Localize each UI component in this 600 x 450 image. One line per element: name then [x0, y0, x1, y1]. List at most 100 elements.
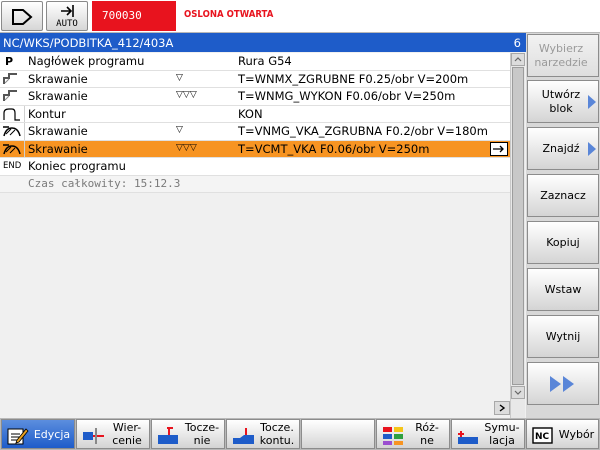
- select-label: Wybór: [558, 427, 595, 441]
- misc-button[interactable]: Róż- ne: [376, 419, 450, 449]
- program-row[interactable]: Skrawanie ▽ T=WNMX_ZGRUBNE F0.25/obr V=2…: [0, 70, 510, 88]
- turning-icon: [2, 72, 22, 87]
- mode-label: AUTO: [56, 19, 78, 29]
- program-row[interactable]: Kontur KON: [0, 105, 510, 123]
- chevron-right-icon: [588, 94, 596, 109]
- row-name: Skrawanie: [28, 71, 88, 86]
- machine-area-icon: [12, 9, 33, 25]
- drill-icon: [83, 428, 104, 444]
- program-row-selected[interactable]: Skrawanie ▽▽▽ T=VCMT_VKA F0.06/obr V=250…: [0, 140, 510, 158]
- alarm-number-box[interactable]: 700030: [92, 1, 176, 31]
- double-chevron-right-icon: [550, 375, 574, 392]
- select-button[interactable]: NC Wybór: [526, 419, 599, 449]
- end-icon: END: [3, 161, 22, 171]
- row-param: Rura G54: [238, 54, 292, 68]
- contour-turning-button[interactable]: Tocze. kontu.: [226, 419, 300, 449]
- row-name: Kontur: [28, 106, 66, 121]
- program-rows: P Nagłówek programu Rura G54 Skrawanie ▽…: [0, 53, 510, 193]
- scroll-down-button[interactable]: [511, 386, 525, 399]
- paste-label: Wstaw: [544, 282, 582, 296]
- total-time-row: Czas całkowity: 15:12.3: [0, 175, 510, 193]
- program-row[interactable]: Skrawanie ▽ T=VNMG_VKA_ZGRUBNA F0.2/obr …: [0, 123, 510, 141]
- contour-icon: [2, 107, 22, 122]
- empty-softkey[interactable]: [301, 419, 375, 449]
- row-mark: ▽▽▽: [176, 142, 197, 153]
- turning-icon: [2, 89, 22, 104]
- row-param: T=WNMG_WYKON F0.06/obr V=250m: [238, 89, 456, 103]
- mark-label: Zaznacz: [540, 188, 586, 202]
- scroll-thumb[interactable]: [512, 67, 524, 385]
- row-mark: ▽▽▽: [176, 90, 197, 100]
- create-block-label: Utwórz blok: [541, 87, 581, 115]
- misc-label: Róż- ne: [415, 421, 439, 447]
- goto-button[interactable]: [490, 141, 508, 156]
- row-name: Skrawanie: [28, 89, 88, 103]
- turning-button[interactable]: Tocze- nie: [151, 419, 225, 449]
- vertical-scrollbar[interactable]: [510, 53, 525, 419]
- auto-mode-button[interactable]: AUTO: [46, 1, 88, 31]
- horizontal-scrollbar[interactable]: [0, 401, 510, 415]
- program-path: NC/WKS/PODBITKA_412/403A: [3, 36, 174, 50]
- next-page-button[interactable]: [527, 362, 599, 405]
- program-row[interactable]: P Nagłówek programu Rura G54: [0, 53, 510, 71]
- row-separator: [24, 140, 25, 157]
- drilling-button[interactable]: Wier- cenie: [76, 419, 150, 449]
- alarm-text: OSLONA OTWARTA: [184, 9, 274, 20]
- drilling-label: Wier- cenie: [112, 421, 142, 447]
- mark-button[interactable]: Zaznacz: [527, 174, 599, 217]
- arrow-up-icon: [514, 57, 522, 62]
- program-row[interactable]: Skrawanie ▽▽▽ T=WNMG_WYKON F0.06/obr V=2…: [0, 88, 510, 106]
- nc-select-icon: NC: [532, 427, 553, 444]
- row-param: KON: [238, 106, 263, 121]
- row-param: T=VCMT_VKA F0.06/obr V=250m: [238, 141, 430, 156]
- total-time: Czas całkowity: 15:12.3: [28, 176, 181, 190]
- scroll-up-button[interactable]: [511, 53, 525, 66]
- program-header-icon: P: [5, 55, 14, 68]
- alarm-number: 700030: [102, 9, 142, 22]
- program-row[interactable]: END Koniec programu: [0, 158, 510, 176]
- svg-text:NC: NC: [535, 432, 550, 442]
- auto-arrow-icon: [61, 5, 74, 17]
- row-name: Koniec programu: [28, 159, 126, 173]
- program-count: 6: [513, 36, 521, 50]
- paste-button[interactable]: Wstaw: [527, 268, 599, 311]
- arrow-down-icon: [514, 390, 522, 395]
- edit-button[interactable]: Edycja: [1, 419, 75, 449]
- simulation-icon: [458, 431, 478, 444]
- contour-turning-label: Tocze. kontu.: [259, 421, 295, 447]
- turning-label: Tocze- nie: [184, 421, 220, 447]
- chevron-right-icon: [588, 141, 596, 156]
- cut-button[interactable]: Wytnij: [527, 315, 599, 358]
- arrow-right-icon: [499, 404, 506, 412]
- find-button[interactable]: Znajdź: [527, 127, 599, 170]
- row-separator: [24, 123, 25, 140]
- row-separator: [24, 105, 25, 122]
- select-tool-label: Wybierz narzedzie: [534, 41, 588, 69]
- misc-grid-icon: [383, 427, 403, 445]
- create-block-button[interactable]: Utwórz blok: [527, 80, 599, 123]
- row-mark: ▽: [176, 72, 183, 83]
- edit-pencil-icon: [7, 428, 29, 445]
- simulation-button[interactable]: Symu- lacja: [451, 419, 525, 449]
- simulation-label: Symu- lacja: [484, 421, 520, 447]
- select-tool-button[interactable]: Wybierz narzedzie: [527, 34, 599, 77]
- copy-label: Kopiuj: [546, 235, 580, 249]
- machine-area-button[interactable]: [1, 1, 43, 31]
- row-param: T=VNMG_VKA_ZGRUBNA F0.2/obr V=180m: [238, 124, 488, 138]
- scroll-right-button[interactable]: [494, 401, 510, 415]
- vertical-softkey-bar: Wybierz narzedzie Utwórz blok Znajdź Zaz…: [526, 33, 600, 418]
- horizontal-softkey-bar: Edycja Wier- cenie Tocze- nie Tocze. kon…: [0, 418, 600, 450]
- row-name: Skrawanie: [28, 141, 88, 156]
- find-label: Znajdź: [542, 141, 580, 155]
- goto-arrow-icon: [493, 145, 504, 152]
- editor-title-bar: NC/WKS/PODBITKA_412/403A 6: [0, 33, 526, 52]
- copy-button[interactable]: Kopiuj: [527, 221, 599, 264]
- contour-turning-icon: [233, 428, 254, 444]
- program-editor: NC/WKS/PODBITKA_412/403A 6 P Nagłówek pr…: [0, 33, 526, 419]
- row-mark: ▽: [176, 125, 183, 135]
- row-name: Nagłówek programu: [28, 54, 145, 68]
- contour-turning-icon: [2, 142, 22, 157]
- top-status-bar: AUTO 700030 OSLONA OTWARTA: [0, 0, 600, 33]
- row-param: T=WNMX_ZGRUBNE F0.25/obr V=200m: [238, 71, 469, 86]
- cut-label: Wytnij: [545, 329, 581, 343]
